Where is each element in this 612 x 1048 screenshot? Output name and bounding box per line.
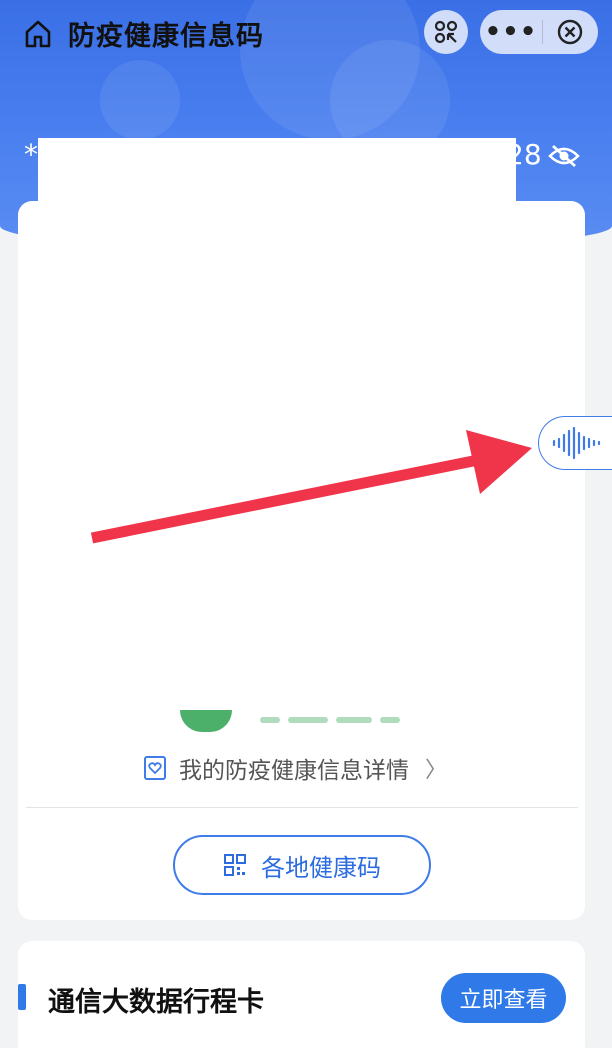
scan-button[interactable]	[424, 10, 468, 54]
qr-code-icon	[224, 854, 246, 876]
trip-card-title: 通信大数据行程卡	[48, 987, 264, 1018]
trip-title-accent-bar	[18, 984, 26, 1010]
more-dots-icon[interactable]: •••	[480, 10, 542, 54]
heart-shield-icon	[144, 756, 166, 780]
scan-icon	[434, 20, 458, 44]
view-trip-button[interactable]: 立即查看	[441, 973, 566, 1023]
close-circle-icon	[557, 19, 583, 45]
status-text-obscured	[260, 708, 420, 723]
sound-wave-icon	[552, 426, 601, 460]
mini-program-capsule: •••	[480, 10, 598, 54]
chevron-right-icon: 〉	[425, 758, 448, 783]
voice-assistant-button[interactable]	[538, 416, 612, 470]
top-bar: 防疫健康信息码 •••	[0, 0, 612, 68]
health-code-card	[18, 201, 585, 920]
local-health-codes-label: 各地健康码	[261, 853, 381, 882]
eye-hidden-icon[interactable]	[548, 142, 580, 170]
masked-name-prefix: *	[24, 138, 38, 171]
close-button[interactable]	[543, 18, 597, 46]
card-divider	[26, 807, 578, 808]
local-health-codes-button[interactable]: 各地健康码	[173, 835, 431, 895]
page-title: 防疫健康信息码	[68, 21, 264, 52]
home-icon[interactable]	[22, 18, 54, 50]
health-detail-link[interactable]: 我的防疫健康信息详情 〉	[143, 750, 447, 786]
redacted-area	[38, 138, 516, 204]
health-detail-label: 我的防疫健康信息详情	[179, 758, 409, 784]
